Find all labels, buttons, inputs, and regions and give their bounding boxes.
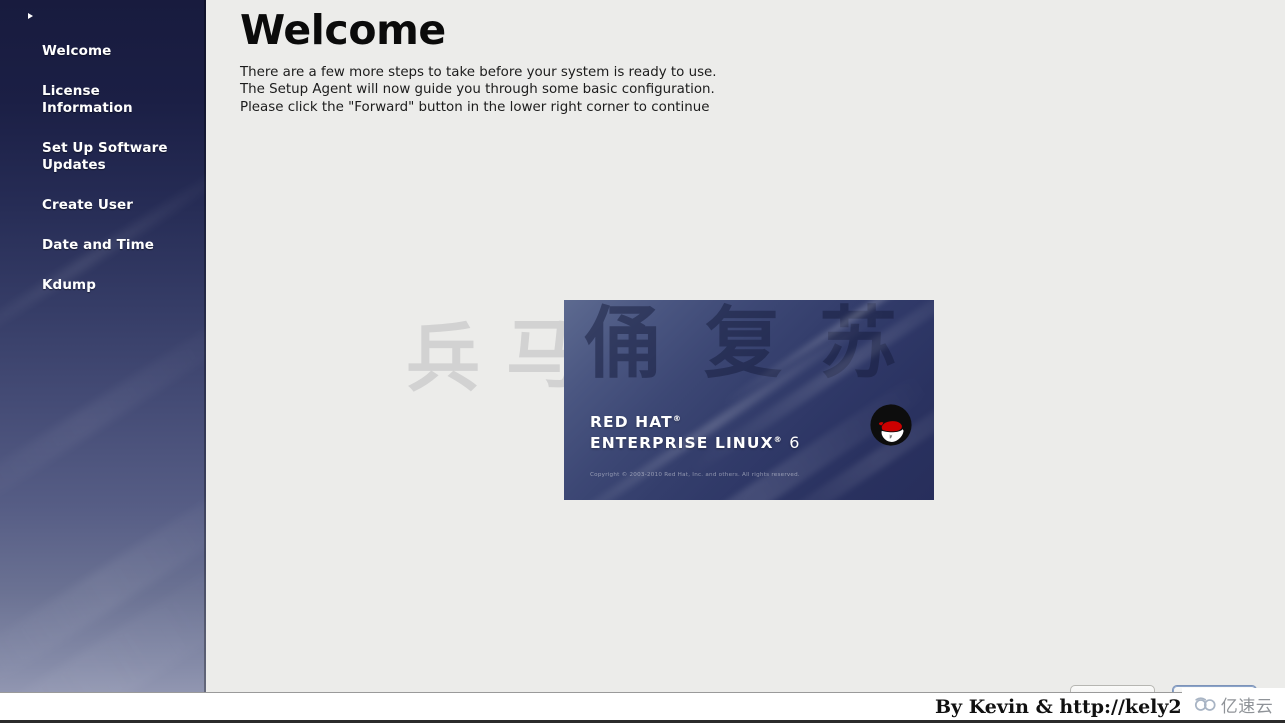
calligraphy-banner-glyph: 苏 [819, 300, 898, 389]
sidebar-item-set-up-software-updates[interactable]: Set Up Software Updates [0, 120, 206, 177]
registered-mark: ® [773, 435, 783, 445]
redhat-shadowman-logo [870, 404, 912, 446]
sidebar-item-date-and-time[interactable]: Date and Time [0, 217, 206, 257]
brand-line1-text: RED HAT [590, 413, 673, 432]
credit-overlay-bar: By Kevin & http://kely28.blo [0, 692, 1285, 723]
wordmark-line2: ENTERPRISE LINUX® 6 [590, 431, 800, 453]
sidebar: Welcome License Information Set Up Softw… [0, 0, 206, 723]
watermark-text: 亿速云 [1220, 697, 1274, 717]
calligraphy-banner-glyph: 复 [704, 300, 783, 389]
active-arrow-icon [28, 13, 33, 19]
site-watermark-badge: 亿速云 [1182, 688, 1285, 721]
main-content: Welcome There are a few more steps to ta… [206, 0, 1285, 723]
banner-streak [564, 303, 891, 500]
sidebar-item-create-user[interactable]: Create User [0, 177, 206, 217]
sidebar-item-label: Create User [42, 197, 134, 213]
sidebar-item-license-information[interactable]: License Information [0, 63, 206, 120]
intro-line: There are a few more steps to take befor… [240, 65, 717, 80]
sidebar-item-kdump[interactable]: Kdump [0, 257, 206, 297]
wordmark-line1: RED HAT® [590, 410, 799, 431]
calligraphy-banner-glyph: 俑 [584, 300, 663, 389]
sidebar-nav: Welcome License Information Set Up Softw… [0, 0, 206, 297]
intro-paragraph: There are a few more steps to take befor… [240, 64, 717, 116]
intro-line: Please click the "Forward" button in the… [240, 99, 710, 115]
rhel-banner: 俑 复 苏 RED HAT® ENTERPRISE LINUX® 6 Copyr… [564, 300, 934, 500]
registered-mark: ® [672, 414, 682, 423]
version-number: 6 [789, 433, 800, 453]
redhat-wordmark: RED HAT® ENTERPRISE LINUX® 6 [590, 410, 799, 452]
sidebar-item-label: Kdump [42, 277, 96, 293]
brand-line2-text: ENTERPRISE LINUX [590, 434, 774, 453]
sidebar-item-label: License Information [42, 83, 133, 116]
cloud-loop-icon [1194, 696, 1216, 711]
copyright-text: Copyright © 2003-2010 Red Hat, Inc. and … [590, 472, 800, 478]
sidebar-streak [0, 298, 206, 528]
sidebar-item-welcome[interactable]: Welcome [0, 6, 206, 63]
calligraphy-background-glyph: 兵 [406, 316, 480, 402]
sidebar-item-label: Set Up Software Updates [42, 140, 168, 173]
sidebar-item-label: Welcome [42, 43, 112, 59]
sidebar-streak [0, 465, 206, 695]
firstboot-window: Welcome License Information Set Up Softw… [0, 0, 1285, 723]
banner-streak [720, 300, 934, 409]
intro-line: The Setup Agent will now guide you throu… [240, 82, 715, 98]
page-title: Welcome [240, 6, 446, 54]
sidebar-item-label: Date and Time [42, 237, 155, 253]
